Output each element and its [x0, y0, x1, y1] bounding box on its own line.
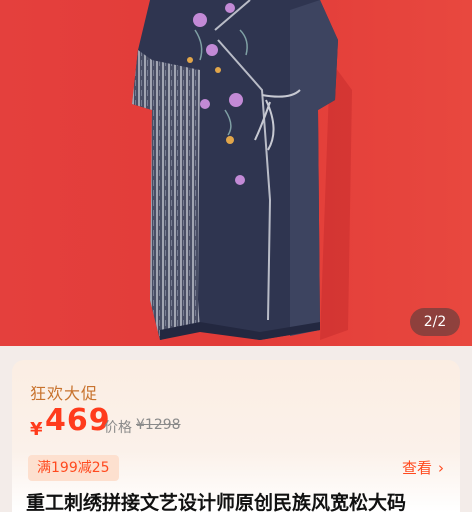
current-price: 469	[45, 403, 111, 438]
view-coupon-link[interactable]: 查看 ›	[402, 457, 444, 479]
promo-label: 狂欢大促	[30, 384, 99, 403]
view-coupon-label: 查看	[401, 459, 432, 477]
price-currency: ¥	[30, 419, 43, 440]
original-price: ¥1298	[136, 417, 181, 433]
dress-illustration	[0, 0, 472, 348]
image-counter-badge: 2/2	[410, 308, 460, 336]
coupon-badge[interactable]: 满199减25	[28, 455, 119, 481]
chevron-right-icon: ›	[438, 459, 444, 477]
original-price-label: 价格	[104, 420, 132, 436]
product-title: 重工刺绣拼接文艺设计师原创民族风宽松大码	[26, 492, 407, 514]
product-photo[interactable]	[0, 0, 472, 348]
